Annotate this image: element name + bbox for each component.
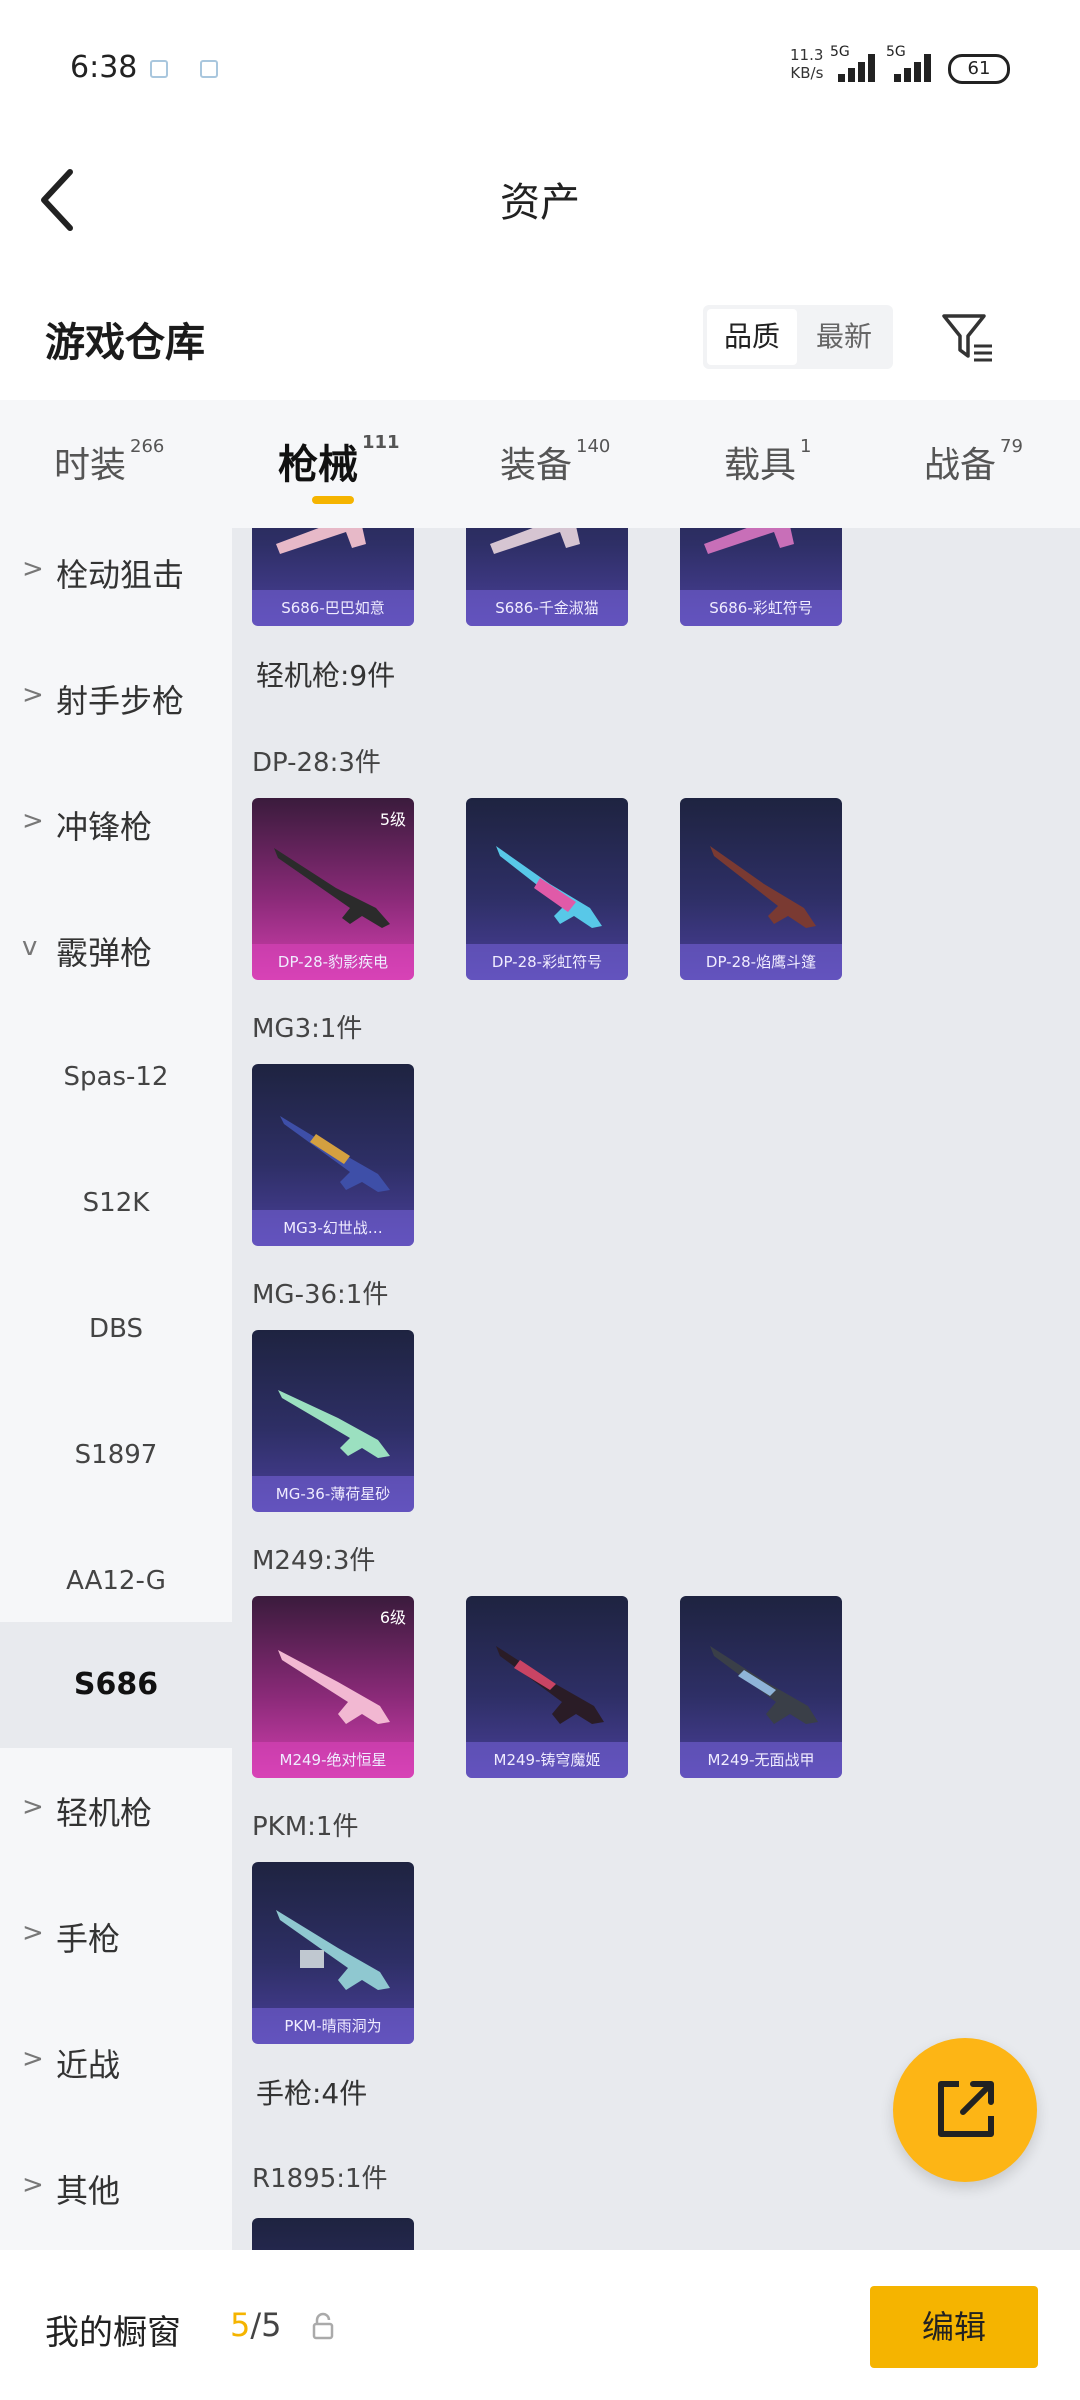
shotgun-icon (490, 528, 580, 554)
section-header-lmg: 轻机枪:9件 (256, 659, 396, 692)
lmg-icon (496, 846, 602, 928)
tab-equipment[interactable]: 装备 140 (500, 436, 610, 488)
warehouse-title: 游戏仓库 (45, 320, 205, 366)
sidebar-subitem-s686[interactable]: S686 (0, 1622, 232, 1748)
skin-card[interactable]: 5级 DP-28-豹影疾电 (252, 798, 414, 980)
lmg-icon (496, 1646, 604, 1724)
sidebar-item-smg[interactable]: > 冲锋枪 (0, 762, 232, 888)
notification-icon (150, 60, 168, 78)
chevron-right-icon: > (22, 1918, 44, 1948)
sidebar-subitem-spas12[interactable]: Spas-12 (0, 1014, 232, 1140)
showcase-label: 我的橱窗 (45, 2313, 181, 2353)
sidebar-subitem-s12k[interactable]: S12K (0, 1140, 232, 1266)
skin-card[interactable]: M249-无面战甲 (680, 1596, 842, 1778)
lmg-icon (280, 1116, 390, 1192)
sidebar-item-lmg[interactable]: > 轻机枪 (0, 1748, 232, 1874)
lmg-icon (710, 1646, 818, 1724)
sidebar-item-other[interactable]: > 其他 (0, 2126, 232, 2250)
skin-card[interactable]: S686-彩虹符号 (680, 528, 842, 626)
skin-card[interactable]: S686-巴巴如意 (252, 528, 414, 626)
sidebar-item-pistol[interactable]: > 手枪 (0, 1874, 232, 2000)
battery-icon: 61 (948, 54, 1010, 84)
group-label-mg3: MG3:1件 (252, 1014, 363, 1044)
skin-card[interactable]: M249-铸穹魔姬 (466, 1596, 628, 1778)
edit-button[interactable]: 编辑 (870, 2286, 1038, 2368)
shotgun-icon (704, 528, 794, 554)
sidebar-subitem-s1897[interactable]: S1897 (0, 1392, 232, 1518)
share-button[interactable] (893, 2038, 1037, 2182)
signal-icon (894, 52, 938, 82)
sort-toggle: 品质 最新 (703, 305, 893, 369)
skin-card[interactable]: 6级 M249-绝对恒星 (252, 1596, 414, 1778)
lmg-icon (274, 848, 390, 928)
sidebar-item-dmr[interactable]: > 射手步枪 (0, 636, 232, 762)
skin-card[interactable]: S686-千金淑猫 (466, 528, 628, 626)
skin-name: M249-绝对恒星 (252, 1742, 414, 1778)
sort-newest-button[interactable]: 最新 (799, 309, 889, 365)
skin-name: M249-铸穹魔姬 (466, 1742, 628, 1778)
chevron-down-icon: v (22, 932, 38, 962)
lock-icon (312, 2312, 334, 2340)
group-label-m249: M249:3件 (252, 1546, 376, 1576)
lmg-icon (276, 1910, 390, 1990)
level-badge: 5级 (379, 810, 406, 829)
category-tabs: 时装 266 枪械 111 装备 140 载具 1 战备 79 (0, 400, 1080, 528)
skin-name: DP-28-焰鹰斗篷 (680, 944, 842, 980)
status-time: 6:38 (70, 50, 138, 85)
group-label-r1895: R1895:1件 (252, 2164, 388, 2194)
notification-icon (200, 60, 218, 78)
chevron-right-icon: > (22, 1792, 44, 1822)
chevron-right-icon: > (22, 554, 44, 584)
skin-card[interactable]: DP-28-焰鹰斗篷 (680, 798, 842, 980)
chevron-right-icon: > (22, 806, 44, 836)
sidebar-item-bolt-sniper[interactable]: > 栓动狙击 (0, 528, 232, 636)
skin-name: DP-28-豹影疾电 (252, 944, 414, 980)
shotgun-icon (276, 528, 366, 554)
lmg-icon (710, 846, 816, 928)
sidebar-item-shotgun[interactable]: v 霰弹枪 (0, 888, 232, 1014)
net-speed: 11.3 KB/s (790, 46, 824, 82)
active-tab-indicator (312, 496, 354, 504)
skin-card[interactable]: MG-36-薄荷星砂 (252, 1330, 414, 1512)
tab-supplies[interactable]: 战备 79 (924, 436, 1023, 488)
chevron-right-icon: > (22, 2044, 44, 2074)
tab-fashion[interactable]: 时装 266 (54, 436, 164, 488)
skin-name: S686-彩虹符号 (680, 590, 842, 626)
weapon-category-sidebar: > 栓动狙击 > 射手步枪 > 冲锋枪 v 霰弹枪 Spas-12 S12K DBS S… (0, 528, 232, 2250)
sidebar-subitem-dbs[interactable]: DBS (0, 1266, 232, 1392)
filter-icon[interactable] (940, 310, 996, 366)
tab-guns[interactable]: 枪械 111 (278, 432, 400, 490)
page-title: 资产 (500, 180, 580, 226)
skin-card[interactable] (252, 2218, 414, 2250)
skin-card[interactable]: PKM-晴雨洞为 (252, 1862, 414, 2044)
lmg-icon (278, 1390, 390, 1458)
skin-name: S686-巴巴如意 (252, 590, 414, 626)
signal-icon (838, 52, 882, 82)
section-header-pistol: 手枪:4件 (256, 2077, 368, 2110)
level-badge: 6级 (379, 1608, 406, 1627)
group-label-pkm: PKM:1件 (252, 1812, 359, 1842)
sort-quality-button[interactable]: 品质 (707, 309, 797, 365)
lmg-icon (278, 1650, 390, 1724)
share-icon (938, 2081, 994, 2137)
skin-name: PKM-晴雨洞为 (252, 2008, 414, 2044)
skin-name: MG-36-薄荷星砂 (252, 1476, 414, 1512)
skin-card[interactable]: DP-28-彩虹符号 (466, 798, 628, 980)
showcase-count: 5/5 (230, 2306, 282, 2344)
group-label-dp28: DP-28:3件 (252, 748, 381, 778)
skin-name: DP-28-彩虹符号 (466, 944, 628, 980)
sidebar-item-melee[interactable]: > 近战 (0, 2000, 232, 2126)
skin-name: S686-千金淑猫 (466, 590, 628, 626)
chevron-right-icon: > (22, 2170, 44, 2200)
skin-name: MG3-幻世战… (252, 1210, 414, 1246)
group-label-mg36: MG-36:1件 (252, 1280, 389, 1310)
skin-list: S686-巴巴如意 S686-千金淑猫 S686-彩虹符号 轻机枪:9件 DP-… (232, 528, 1080, 2250)
chevron-right-icon: > (22, 680, 44, 710)
skin-card[interactable]: MG3-幻世战… (252, 1064, 414, 1246)
skin-name: M249-无面战甲 (680, 1742, 842, 1778)
tab-vehicles[interactable]: 载具 1 (724, 436, 811, 488)
